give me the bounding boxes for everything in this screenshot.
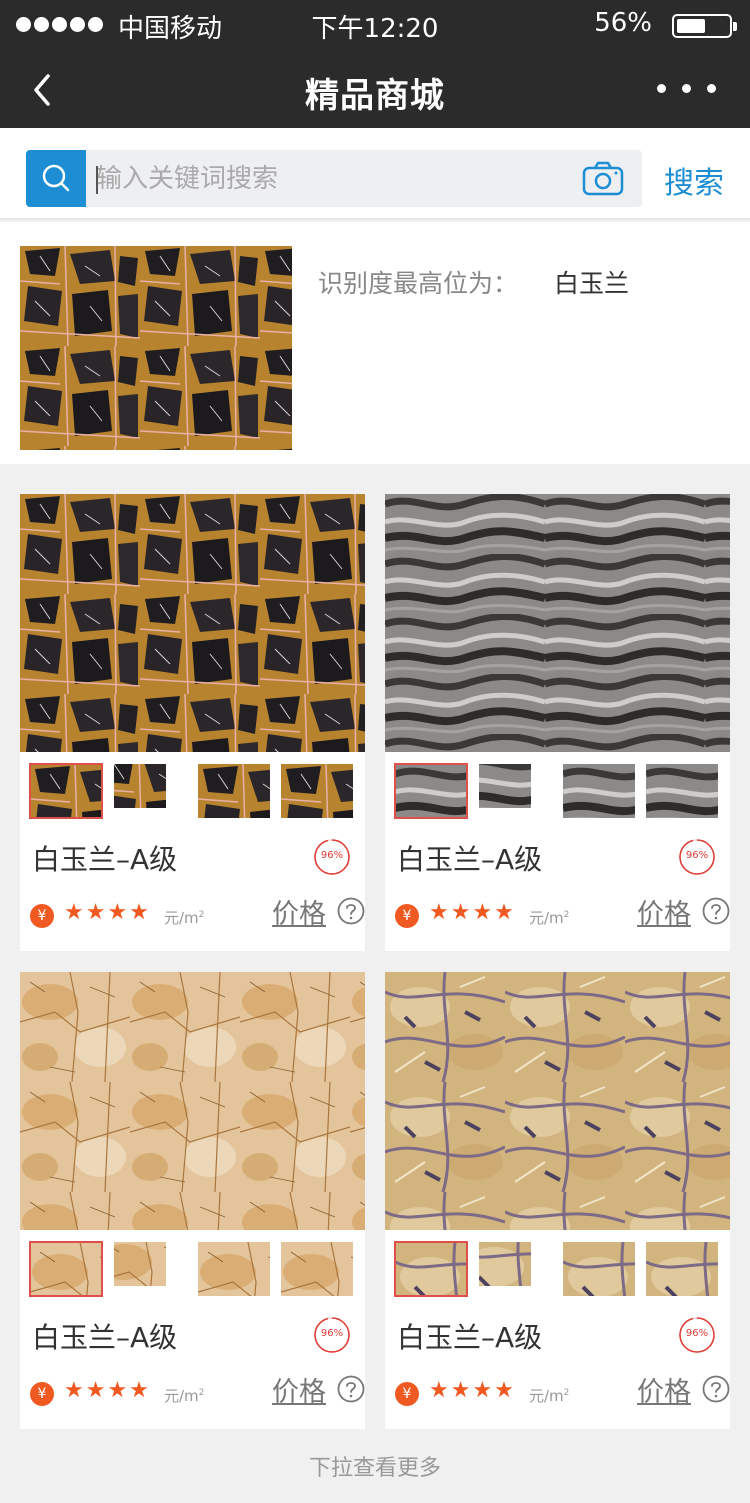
thumbnail-image[interactable] xyxy=(114,1242,186,1296)
thumbnail-strip xyxy=(394,1241,720,1297)
search-input[interactable] xyxy=(96,150,566,207)
price-unit: 元/m2 xyxy=(164,909,205,927)
nav-bar: 精品商城 xyxy=(0,50,750,128)
thumbnail-image[interactable] xyxy=(198,1242,270,1296)
yen-icon: ¥ xyxy=(30,1382,54,1406)
match-rate-badge: 96% xyxy=(678,838,716,876)
recognition-result: 识别度最高位为： 白玉兰 xyxy=(0,222,750,464)
price-link[interactable]: 价格 xyxy=(637,1370,691,1409)
search-box xyxy=(26,150,642,207)
query-image xyxy=(20,246,292,450)
star-rating: ★★★★ xyxy=(429,900,516,925)
help-icon[interactable] xyxy=(701,1374,731,1404)
product-card[interactable]: 白玉兰–A级 96% ¥ ★★★★ 元/m2 价格 xyxy=(385,972,730,1429)
more-dots-icon[interactable] xyxy=(657,84,716,93)
thumbnail-image[interactable] xyxy=(646,1242,718,1296)
product-image[interactable] xyxy=(385,972,730,1230)
thumbnail-image[interactable] xyxy=(29,1241,103,1297)
price-link[interactable]: 价格 xyxy=(272,892,326,931)
search-icon[interactable] xyxy=(26,150,86,207)
search-bar: 搜索 xyxy=(0,128,750,220)
match-rate-text: 96% xyxy=(685,1328,709,1339)
product-image[interactable] xyxy=(20,972,365,1230)
help-icon[interactable] xyxy=(336,1374,366,1404)
help-icon[interactable] xyxy=(701,896,731,926)
product-card[interactable]: 白玉兰–A级 96% ¥ ★★★★ 元/m2 价格 xyxy=(20,494,365,951)
battery-icon xyxy=(672,14,737,38)
thumbnail-image[interactable] xyxy=(394,763,468,819)
top-bar: 中国移动 下午12:20 56% 精品商城 xyxy=(0,0,750,128)
yen-icon: ¥ xyxy=(395,1382,419,1406)
match-rate-badge: 96% xyxy=(313,1316,351,1354)
price-row: ¥ ★★★★ 元/m2 价格 xyxy=(30,1375,365,1412)
product-name[interactable]: 白玉兰–A级 xyxy=(32,1316,177,1356)
thumbnail-image[interactable] xyxy=(198,764,270,818)
camera-icon[interactable] xyxy=(582,160,624,196)
search-button[interactable]: 搜索 xyxy=(664,158,724,202)
price-link[interactable]: 价格 xyxy=(272,1370,326,1409)
thumbnail-strip xyxy=(29,763,355,819)
price-row: ¥ ★★★★ 元/m2 价格 xyxy=(395,897,730,934)
star-rating: ★★★★ xyxy=(429,1378,516,1403)
product-name[interactable]: 白玉兰–A级 xyxy=(397,838,542,878)
price-row: ¥ ★★★★ 元/m2 价格 xyxy=(30,897,365,934)
yen-icon: ¥ xyxy=(395,904,419,928)
thumbnail-image[interactable] xyxy=(281,1242,353,1296)
thumbnail-image[interactable] xyxy=(563,764,635,818)
thumbnail-image[interactable] xyxy=(281,764,353,818)
status-bar: 中国移动 下午12:20 56% xyxy=(0,0,750,50)
price-row: ¥ ★★★★ 元/m2 价格 xyxy=(395,1375,730,1412)
page-title: 精品商城 xyxy=(305,76,445,116)
product-image[interactable] xyxy=(385,494,730,752)
help-icon[interactable] xyxy=(336,896,366,926)
price-link[interactable]: 价格 xyxy=(637,892,691,931)
thumbnail-image[interactable] xyxy=(563,1242,635,1296)
product-name[interactable]: 白玉兰–A级 xyxy=(32,838,177,878)
thumbnail-image[interactable] xyxy=(479,1242,551,1296)
price-unit: 元/m2 xyxy=(164,1387,205,1405)
thumbnail-image[interactable] xyxy=(394,1241,468,1297)
thumbnail-image[interactable] xyxy=(114,764,186,818)
thumbnail-image[interactable] xyxy=(646,764,718,818)
product-card[interactable]: 白玉兰–A级 96% ¥ ★★★★ 元/m2 价格 xyxy=(20,972,365,1429)
recognition-value: 白玉兰 xyxy=(554,269,630,298)
match-rate-badge: 96% xyxy=(678,1316,716,1354)
thumbnail-strip xyxy=(29,1241,355,1297)
match-rate-text: 96% xyxy=(685,850,709,861)
battery-percent: 56% xyxy=(594,8,652,38)
yen-icon: ¥ xyxy=(30,904,54,928)
product-card[interactable]: 白玉兰–A级 96% ¥ ★★★★ 元/m2 价格 xyxy=(385,494,730,951)
thumbnail-strip xyxy=(394,763,720,819)
product-image[interactable] xyxy=(20,494,365,752)
star-rating: ★★★★ xyxy=(64,900,151,925)
match-rate-text: 96% xyxy=(320,850,344,861)
recognition-label: 识别度最高位为： xyxy=(318,269,519,298)
match-rate-badge: 96% xyxy=(313,838,351,876)
match-rate-text: 96% xyxy=(320,1328,344,1339)
thumbnail-image[interactable] xyxy=(479,764,551,818)
thumbnail-image[interactable] xyxy=(29,763,103,819)
price-unit: 元/m2 xyxy=(529,909,570,927)
star-rating: ★★★★ xyxy=(64,1378,151,1403)
load-more-hint: 下拉查看更多 xyxy=(308,1456,441,1481)
price-unit: 元/m2 xyxy=(529,1387,570,1405)
text-caret xyxy=(96,166,98,194)
product-name[interactable]: 白玉兰–A级 xyxy=(397,1316,542,1356)
